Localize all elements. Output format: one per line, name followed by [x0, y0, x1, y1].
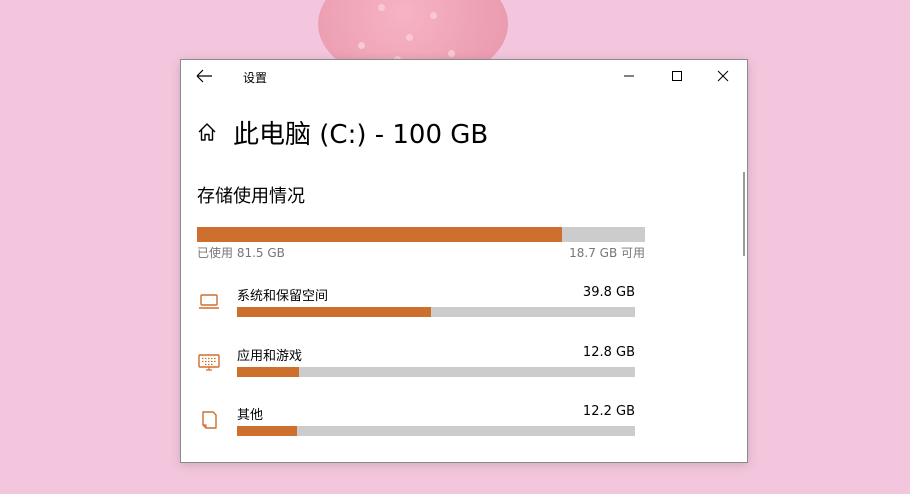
category-system-reserved[interactable]: 系统和保留空间 39.8 GB	[181, 285, 747, 343]
category-usage-fill	[237, 307, 432, 317]
home-icon[interactable]	[196, 121, 218, 143]
category-usage-fill	[237, 426, 297, 436]
keyboard-icon	[198, 354, 220, 371]
scrollbar[interactable]	[743, 172, 745, 256]
category-size: 12.8 GB	[582, 345, 635, 360]
category-other[interactable]: 其他 12.2 GB	[181, 404, 747, 462]
category-usage-bar	[237, 307, 635, 317]
category-name: 系统和保留空间	[237, 289, 329, 304]
category-name: 应用和游戏	[237, 349, 303, 364]
minimize-icon	[624, 75, 634, 77]
category-usage-fill	[237, 367, 300, 377]
storage-usage-fill	[197, 227, 563, 242]
category-usage-bar	[237, 426, 635, 436]
maximize-icon	[672, 71, 682, 81]
document-icon	[202, 411, 217, 429]
storage-usage-bar	[197, 227, 645, 242]
section-title: 存储使用情况	[197, 186, 305, 207]
window-title: 设置	[243, 71, 268, 85]
close-button[interactable]	[705, 64, 741, 88]
minimize-button[interactable]	[611, 64, 647, 88]
category-size: 39.8 GB	[582, 285, 635, 300]
laptop-icon	[199, 294, 219, 309]
page-title: 此电脑 (C:) - 100 GB	[233, 120, 489, 150]
back-button[interactable]	[195, 67, 215, 85]
category-apps-games[interactable]: 应用和游戏 12.8 GB	[181, 345, 747, 403]
category-usage-bar	[237, 367, 635, 377]
used-space-label: 已使用 81.5 GB	[197, 246, 285, 260]
title-bar[interactable]: 设置	[181, 60, 747, 92]
free-space-label: 18.7 GB 可用	[569, 246, 645, 260]
close-icon	[717, 70, 729, 82]
category-name: 其他	[237, 408, 264, 423]
settings-window: 设置 此电脑 (C:) - 100 GB 存储使用情况 已使用 81.5 GB …	[180, 59, 748, 463]
category-size: 12.2 GB	[582, 404, 635, 419]
maximize-button[interactable]	[659, 64, 695, 88]
back-arrow-icon	[196, 69, 212, 83]
